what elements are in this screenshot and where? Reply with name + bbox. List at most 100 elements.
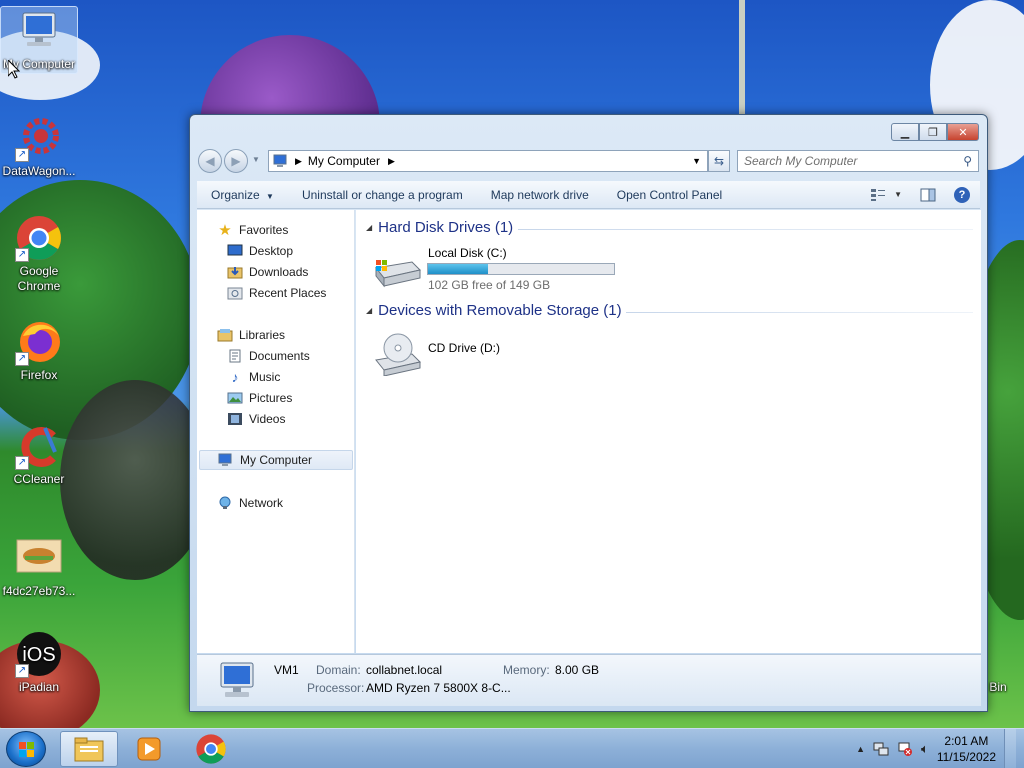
shortcut-arrow-icon: ↗ — [15, 664, 29, 678]
desktop-icon-ipadian[interactable]: iOS ↗ iPadian — [0, 630, 78, 695]
group-title: Devices with Removable Storage (1) — [378, 302, 622, 319]
nav-libraries[interactable]: Libraries — [217, 325, 285, 345]
drive-local-disk-c[interactable]: Local Disk (C:) 102 GB free of 149 GB — [374, 244, 674, 296]
desktop-icon-ccleaner[interactable]: ↗ CCleaner — [0, 422, 78, 487]
desktop-icon-image-file[interactable]: f4dc27eb73... — [0, 534, 78, 599]
preview-pane-icon[interactable] — [920, 188, 936, 202]
details-pane: VM1 Domain: collabnet.local Memory: 8.00… — [197, 654, 981, 706]
desktop-icon-label: f4dc27eb73... — [2, 584, 76, 598]
close-button[interactable]: ✕ — [947, 123, 979, 141]
forward-button[interactable]: ▶ — [224, 149, 248, 173]
libraries-icon — [217, 327, 233, 343]
address-bar[interactable]: ▶ My Computer ▶ ▼ — [268, 150, 708, 172]
nav-desktop[interactable]: Desktop — [227, 241, 293, 261]
ios-icon: iOS ↗ — [15, 630, 63, 678]
search-icon[interactable]: ⚲ — [963, 154, 972, 168]
nav-label: Favorites — [239, 223, 289, 237]
shortcut-arrow-icon: ↗ — [15, 248, 29, 262]
computer-icon — [15, 7, 63, 55]
nav-music[interactable]: ♪ Music — [227, 367, 281, 387]
downloads-icon — [227, 264, 243, 280]
processor-label: Processor: — [307, 681, 365, 695]
computer-large-icon — [215, 661, 259, 701]
computer-name: VM1 — [274, 663, 299, 677]
taskbar-explorer-button[interactable] — [60, 731, 118, 767]
uninstall-program-button[interactable]: Uninstall or change a program — [288, 188, 477, 202]
desktop-icon-google-chrome[interactable]: ↗ Google Chrome — [0, 214, 78, 294]
drive-free-space: 102 GB free of 149 GB — [428, 278, 551, 292]
nav-videos[interactable]: Videos — [227, 409, 285, 429]
action-center-flag-icon[interactable] — [897, 741, 913, 757]
breadcrumb-my-computer[interactable]: My Computer — [308, 154, 380, 168]
nav-recent-places[interactable]: Recent Places — [227, 283, 326, 303]
network-icon — [217, 495, 233, 511]
change-view-button[interactable]: ▼ — [870, 188, 902, 202]
disk-usage-bar — [427, 263, 615, 275]
organize-button[interactable]: Organize ▼ — [197, 188, 288, 202]
nav-pictures[interactable]: Pictures — [227, 388, 292, 408]
domain-value: collabnet.local — [366, 663, 443, 677]
open-control-panel-button[interactable]: Open Control Panel — [603, 188, 736, 202]
drive-cd-d[interactable]: CD Drive (D:) — [374, 330, 574, 378]
desktop-icon — [227, 243, 243, 259]
breadcrumb-chevron-icon[interactable]: ▶ — [388, 156, 395, 167]
map-network-drive-button[interactable]: Map network drive — [477, 188, 603, 202]
search-input[interactable]: Search My Computer ⚲ — [737, 150, 979, 172]
pictures-icon — [227, 390, 243, 406]
gear-icon: ↗ — [15, 114, 63, 162]
chrome-icon — [196, 734, 226, 764]
view-options-icon — [870, 188, 886, 202]
help-icon[interactable]: ? — [954, 186, 970, 203]
nav-network[interactable]: Network — [217, 493, 283, 513]
nav-label: Recent Places — [249, 286, 327, 300]
shortcut-arrow-icon: ↗ — [15, 148, 29, 162]
group-header-removable-storage[interactable]: ◢ Devices with Removable Storage (1) — [366, 302, 622, 319]
nav-my-computer[interactable]: My Computer — [199, 450, 353, 470]
desktop-icon-datawagon[interactable]: ↗ DataWagon... — [0, 114, 78, 179]
start-button[interactable] — [6, 731, 46, 767]
computer-small-icon — [273, 154, 289, 168]
desktop-icon-label: CCleaner — [13, 472, 65, 486]
nav-label: Videos — [249, 412, 286, 426]
taskbar-chrome-button[interactable] — [182, 731, 240, 767]
desktop-icon-firefox[interactable]: ↗ Firefox — [0, 318, 78, 383]
firefox-icon: ↗ — [15, 318, 63, 366]
address-dropdown-icon[interactable]: ▼ — [692, 156, 701, 166]
navigation-row: ◀ ▶ ▼ ▶ My Computer ▶ ▼ ⇆ Search My Comp… — [198, 149, 979, 173]
image-thumbnail-icon — [15, 534, 63, 582]
back-button[interactable]: ◀ — [198, 149, 222, 173]
show-desktop-button[interactable] — [1004, 729, 1016, 768]
volume-icon[interactable]: 🔈︎ — [921, 741, 929, 757]
content-pane: ◢ Hard Disk Drives (1) Local Disk (C:) 1… — [356, 210, 981, 653]
restore-button[interactable]: ❐ — [919, 123, 947, 141]
domain-label: Domain: — [316, 663, 361, 677]
taskbar-media-player-button[interactable] — [120, 731, 178, 767]
explorer-window: ▁ ❐ ✕ ◀ ▶ ▼ ▶ My Computer ▶ ▼ ⇆ Search M… — [189, 114, 988, 712]
clock[interactable]: 2:01 AM 11/15/2022 — [937, 733, 996, 765]
processor-value: AMD Ryzen 7 5800X 8-C... — [366, 681, 511, 695]
refresh-icon: ⇆ — [713, 154, 725, 168]
recent-places-icon — [227, 285, 243, 301]
breadcrumb-separator-icon: ▶ — [295, 155, 302, 166]
svg-text:iOS: iOS — [22, 644, 55, 666]
group-divider — [626, 312, 973, 313]
hard-drive-icon — [374, 254, 422, 288]
nav-downloads[interactable]: Downloads — [227, 262, 308, 282]
chrome-icon: ↗ — [15, 214, 63, 262]
show-hidden-icons-button[interactable]: ▲ — [856, 744, 865, 754]
refresh-button[interactable]: ⇆ — [708, 150, 730, 172]
music-note-icon: ♪ — [231, 369, 239, 385]
nav-label: Music — [249, 370, 281, 384]
nav-label: Downloads — [249, 265, 309, 279]
recent-pages-dropdown-icon[interactable]: ▼ — [252, 155, 260, 164]
network-status-icon[interactable] — [873, 741, 889, 757]
taskbar: ▲ 🔈︎ 2:01 AM 11/15/2022 — [0, 728, 1024, 768]
desktop-icon-label: Chrome — [17, 279, 61, 293]
computer-small-icon — [218, 452, 234, 468]
nav-favorites[interactable]: ★ Favorites — [217, 220, 288, 240]
nav-documents[interactable]: Documents — [227, 346, 310, 366]
minimize-button[interactable]: ▁ — [891, 123, 919, 141]
ccleaner-icon: ↗ — [15, 422, 63, 470]
group-header-hard-disk-drives[interactable]: ◢ Hard Disk Drives (1) — [366, 219, 513, 236]
search-placeholder: Search My Computer — [744, 154, 858, 168]
